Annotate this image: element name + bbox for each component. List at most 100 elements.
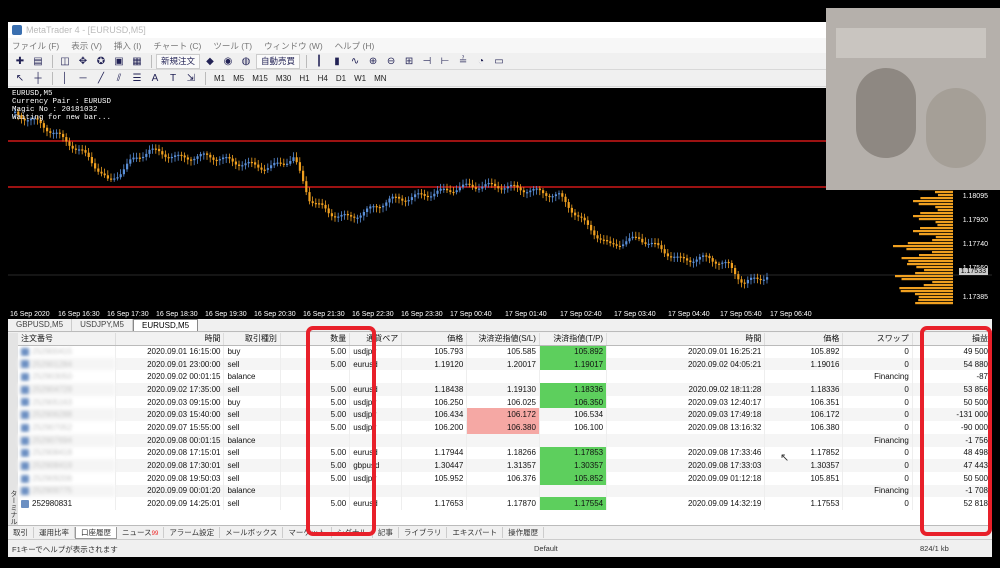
market-watch-icon[interactable]: ◫ (57, 54, 73, 69)
vertical-line-icon[interactable]: │ (57, 71, 73, 86)
tab-articles[interactable]: 記事 (373, 527, 399, 538)
cursor-icon[interactable]: ↖ (12, 71, 28, 86)
new-chart-icon[interactable]: ✚ (12, 54, 28, 69)
tab-alerts[interactable]: アラーム設定 (164, 527, 221, 538)
col-tp[interactable]: 決済指値(T/P) (539, 333, 608, 346)
table-row[interactable]: 252900415 2020.09.01 16:15:00 buy 5.00 usdjp… (18, 345, 992, 358)
timeframe-mn[interactable]: MN (370, 74, 390, 83)
table-row[interactable]: 252906288 2020.09.03 15:40:00 sell 5.00 usdj… (18, 408, 992, 422)
time-axis: 16 Sep 2020 16 Sep 16:30 16 Sep 17:30 16… (8, 307, 992, 319)
tab-exposure[interactable]: 運用比率 (34, 527, 75, 538)
timeframe-m1[interactable]: M1 (210, 74, 229, 83)
volume-profile-bar (914, 293, 953, 296)
candle-body (382, 205, 385, 208)
candle-body (119, 174, 122, 178)
menu-view[interactable]: 表示 (V) (71, 40, 102, 52)
arrows-icon[interactable]: ⇲ (183, 71, 199, 86)
candle-body (545, 193, 548, 196)
table-row[interactable]: 252908418 2020.09.08 17:15:01 sell 5.00 euru… (18, 446, 992, 460)
tab-usdjpy[interactable]: USDJPY,M5 (72, 319, 133, 331)
candle-body (110, 178, 113, 180)
tab-experts[interactable]: エキスパート (447, 527, 504, 538)
tile-windows-icon[interactable]: ⊞ (401, 54, 417, 69)
col-ticket[interactable]: 注文番号 (18, 333, 117, 346)
globe-icon[interactable]: ◉ (220, 54, 236, 69)
tab-mailbox[interactable]: メールボックス (220, 527, 284, 538)
tab-eurusd[interactable]: EURUSD,M5 (133, 319, 199, 331)
timeframe-m5[interactable]: M5 (229, 74, 248, 83)
table-row[interactable]: 252980831 2020.09.09 14:25:01 sell 5.00 euru… (18, 497, 992, 510)
tab-news[interactable]: ニュース99 (117, 527, 165, 538)
candle-body (750, 277, 753, 280)
tab-gbpusd[interactable]: GBPUSD,M5 (8, 319, 73, 331)
candle-body (542, 190, 545, 194)
trendline-icon[interactable]: ╱ (93, 71, 109, 86)
data-window-icon[interactable]: ✥ (75, 54, 91, 69)
candle-body (100, 171, 103, 174)
menu-window[interactable]: ウィンドウ (W) (264, 40, 323, 52)
indicators-icon[interactable]: ≟ (455, 54, 471, 69)
tester-icon[interactable]: ▦ (129, 54, 145, 69)
table-row[interactable]: 252908419 2020.09.08 17:30:01 sell 5.00 gbpu… (18, 459, 992, 472)
tab-account-history[interactable]: 口座履歴 (75, 526, 117, 539)
cell-cprice-text: 1.18336 (810, 384, 840, 394)
profiles-icon[interactable]: ▤ (30, 54, 46, 69)
cell-ticket-text: 252980831 (32, 499, 73, 509)
chart-shift-icon[interactable]: ⊣ (419, 54, 435, 69)
menu-tools[interactable]: ツール (T) (213, 40, 252, 52)
col-sl[interactable]: 決済逆指値(S/L) (466, 333, 540, 346)
table-row[interactable]: 252901284 2020.09.01 23:00:00 sell 5.00 euru… (18, 357, 992, 371)
auto-scroll-icon[interactable]: ⊢ (437, 54, 453, 69)
timeframe-h4[interactable]: H4 (314, 74, 332, 83)
text-label-icon[interactable]: T (165, 71, 181, 86)
text-icon[interactable]: A (147, 71, 163, 86)
table-row[interactable]: 252907052 2020.09.07 15:55:00 sell 5.00 usdj… (18, 421, 992, 434)
zoom-out-icon[interactable]: ⊖ (383, 54, 399, 69)
cell-swap: 0 (842, 471, 913, 485)
table-row[interactable]: 252909775 2020.09.09 00:01:20 balance Finan… (18, 484, 992, 498)
menu-help[interactable]: ヘルプ (H) (335, 40, 375, 52)
auto-trade-button[interactable]: 自動売買 (256, 53, 301, 69)
candle-body (593, 230, 596, 236)
tab-trade[interactable]: 取引 (8, 527, 34, 538)
tab-journal[interactable]: 操作履歴 (503, 527, 545, 538)
menu-file[interactable]: ファイル (F) (12, 40, 59, 52)
horizontal-line-icon[interactable]: ─ (75, 71, 91, 86)
menu-chart[interactable]: チャート (C) (153, 40, 201, 52)
signals-icon[interactable]: ◍ (238, 54, 254, 69)
templates-icon[interactable]: ▭ (491, 54, 507, 69)
periods-icon[interactable]: ◔ (473, 54, 489, 69)
col-open-price[interactable]: 価格 (401, 333, 468, 346)
timeframe-w1[interactable]: W1 (350, 74, 370, 83)
line-chart-icon[interactable]: ∿ (347, 54, 363, 69)
table-row[interactable]: 252903050 2020.09.02 00:01:15 balance Finan… (18, 370, 992, 384)
col-open-time[interactable]: 時間 (115, 333, 225, 346)
terminal-icon[interactable]: ▣ (111, 54, 127, 69)
timeframe-m15[interactable]: M15 (248, 74, 272, 83)
col-close-time[interactable]: 時間 (606, 333, 766, 346)
cell-sl: 106.025 (466, 395, 540, 409)
col-type[interactable]: 取引種別 (223, 333, 281, 346)
col-close-price[interactable]: 価格 (764, 333, 844, 346)
channel-icon[interactable]: ⫽ (111, 71, 127, 86)
bar-chart-icon[interactable]: ┃ (311, 54, 327, 69)
table-row[interactable]: 252904729 2020.09.02 17:35:00 sell 5.00 euru… (18, 383, 992, 396)
fibonacci-icon[interactable]: ☰ (129, 71, 145, 86)
tab-library[interactable]: ライブラリ (399, 527, 448, 538)
metaeditor-icon[interactable]: ◆ (202, 54, 218, 69)
new-order-button[interactable]: 新規注文 (156, 53, 201, 69)
table-row[interactable]: 252907694 2020.09.08 00:01:15 balance Finan… (18, 433, 992, 447)
candle-body (302, 170, 305, 182)
candle-body (650, 242, 653, 245)
timeframe-d1[interactable]: D1 (332, 74, 350, 83)
table-row[interactable]: 252905163 2020.09.03 09:15:00 buy 5.00 usdjp… (18, 395, 992, 409)
table-row[interactable]: 252909206 2020.09.08 19:50:03 sell 5.00 usdj… (18, 471, 992, 485)
crosshair-icon[interactable]: ┼ (30, 71, 46, 86)
candlestick-icon[interactable]: ▮ (329, 54, 345, 69)
navigator-icon[interactable]: ✪ (93, 54, 109, 69)
zoom-in-icon[interactable]: ⊕ (365, 54, 381, 69)
col-swap[interactable]: スワップ (842, 333, 913, 346)
menu-insert[interactable]: 挿入 (I) (114, 40, 141, 52)
timeframe-h1[interactable]: H1 (295, 74, 313, 83)
timeframe-m30[interactable]: M30 (272, 74, 296, 83)
